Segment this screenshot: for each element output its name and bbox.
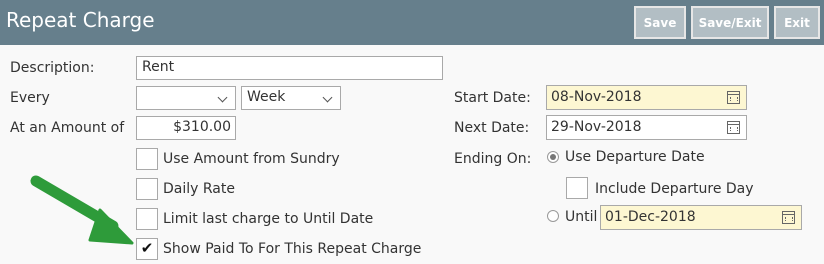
green-arrow-icon <box>30 175 134 245</box>
